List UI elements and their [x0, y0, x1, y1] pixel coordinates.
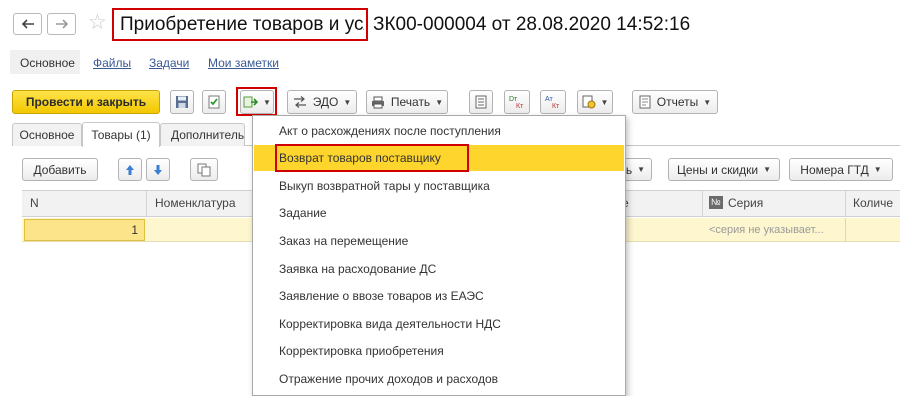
gtd-button-label: Номера ГТД — [800, 162, 869, 177]
report-icon — [639, 95, 651, 109]
form-tab-notes[interactable]: Мои заметки — [208, 56, 279, 70]
reports-button-label: Отчеты — [656, 95, 699, 109]
menu-item-other-income-expense[interactable]: Отражение прочих доходов и расходов — [254, 366, 624, 392]
fill-button-label: ь — [625, 162, 633, 177]
copy-row-button[interactable] — [190, 158, 218, 181]
col-separator — [845, 191, 846, 217]
menu-item-purchase-adjustment[interactable]: Корректировка приобретения — [254, 338, 624, 364]
chevron-down-icon: ▼ — [343, 97, 352, 107]
return-item-highlight-box — [275, 144, 469, 172]
document-list-icon — [475, 95, 487, 109]
arrow-right-icon — [55, 19, 68, 29]
tab-additional[interactable]: Дополнитель — [160, 123, 245, 146]
edo-button-label: ЭДО — [312, 95, 339, 109]
col-header-series[interactable]: Серия — [728, 196, 763, 210]
ct-glyph: Кт — [516, 103, 524, 110]
create-based-on-button[interactable]: ▼ — [240, 90, 274, 114]
print-button[interactable]: Печать ▼ — [366, 90, 448, 114]
series-placeholder[interactable]: <серия не указывает... — [709, 224, 824, 236]
row-number-cell[interactable]: 1 — [24, 219, 145, 241]
dt-glyph: Dт — [509, 96, 518, 103]
printer-icon — [371, 96, 384, 108]
move-up-button[interactable] — [118, 158, 142, 181]
document-number: ЗК00-000004 от 28.08.2020 14:52:16 — [373, 14, 691, 35]
print-button-label: Печать — [390, 95, 431, 109]
arrow-down-icon — [154, 164, 162, 175]
col-header-quantity[interactable]: Количе — [853, 196, 893, 210]
gtd-numbers-button[interactable]: Номера ГТД ▼ — [789, 158, 893, 181]
menu-item-discrepancy-act[interactable]: Акт о расхождениях после поступления — [254, 118, 624, 144]
menu-item-eaeu-import-statement[interactable]: Заявление о ввозе товаров из ЕАЭС — [254, 283, 624, 309]
menu-item-vat-activity-adjustment[interactable]: Корректировка вида деятельности НДС — [254, 311, 624, 337]
menu-item-cash-request[interactable]: Заявка на расходование ДС — [254, 256, 624, 282]
at-ct-button[interactable]: Ат Кт — [540, 90, 566, 114]
chevron-down-icon: ▼ — [435, 97, 444, 107]
copy-icon — [197, 163, 211, 176]
chevron-down-icon: ▼ — [637, 165, 645, 174]
edo-button[interactable]: ЭДО ▼ — [287, 90, 357, 114]
structure-button[interactable] — [469, 90, 493, 114]
edo-exchange-icon — [293, 96, 306, 108]
favorite-star-icon[interactable]: ☆ — [88, 10, 107, 35]
series-number-badge-icon: № — [709, 196, 723, 209]
add-row-button[interactable]: Добавить — [22, 158, 98, 181]
tab-goods[interactable]: Товары (1) — [82, 122, 160, 147]
prices-button-label: Цены и скидки — [676, 162, 759, 177]
floppy-disk-icon — [176, 96, 188, 108]
arrow-up-icon — [126, 164, 134, 175]
chevron-down-icon: ▼ — [763, 165, 771, 174]
chevron-down-icon: ▼ — [600, 97, 609, 107]
at-ct-icon: Ат Кт — [545, 96, 560, 110]
tab-main[interactable]: Основное — [12, 123, 82, 146]
history-button[interactable]: ▼ — [577, 90, 613, 114]
forward-button[interactable] — [47, 13, 76, 35]
col-separator — [702, 191, 703, 217]
menu-item-container-buyback[interactable]: Выкуп возвратной тары у поставщика — [254, 173, 624, 199]
col-header-n[interactable]: N — [30, 196, 39, 210]
col-header-nomenclature[interactable]: Номенклатура — [155, 196, 236, 210]
col-separator — [146, 191, 147, 217]
back-button[interactable] — [13, 13, 42, 35]
at-glyph: Ат — [545, 96, 554, 103]
menu-item-transfer-order[interactable]: Заказ на перемещение — [254, 228, 624, 254]
dt-ct-icon: Dт Кт — [509, 96, 524, 110]
col-separator — [845, 218, 846, 242]
post-and-close-button[interactable]: Провести и закрыть — [12, 90, 160, 114]
form-tab-main[interactable]: Основное — [20, 56, 75, 70]
save-button[interactable] — [170, 90, 194, 114]
chevron-down-icon: ▼ — [263, 97, 271, 107]
reports-button[interactable]: Отчеты ▼ — [632, 90, 718, 114]
move-down-button[interactable] — [146, 158, 170, 181]
chevron-down-icon: ▼ — [703, 97, 712, 107]
dt-ct-button[interactable]: Dт Кт — [504, 90, 530, 114]
post-button[interactable] — [202, 90, 226, 114]
prices-discounts-button[interactable]: Цены и скидки ▼ — [668, 158, 780, 181]
arrow-left-icon — [21, 19, 34, 29]
menu-item-task[interactable]: Задание — [254, 200, 624, 226]
form-tab-files[interactable]: Файлы — [93, 56, 131, 70]
chevron-down-icon: ▼ — [873, 165, 882, 174]
create-based-on-icon — [243, 96, 259, 108]
form-tab-tasks[interactable]: Задачи — [149, 56, 189, 70]
document-clock-icon — [582, 95, 596, 109]
ct-glyph: Кт — [552, 103, 560, 110]
post-document-icon — [208, 95, 220, 109]
page-title: Приобретение товаров и услуг — [120, 14, 364, 35]
